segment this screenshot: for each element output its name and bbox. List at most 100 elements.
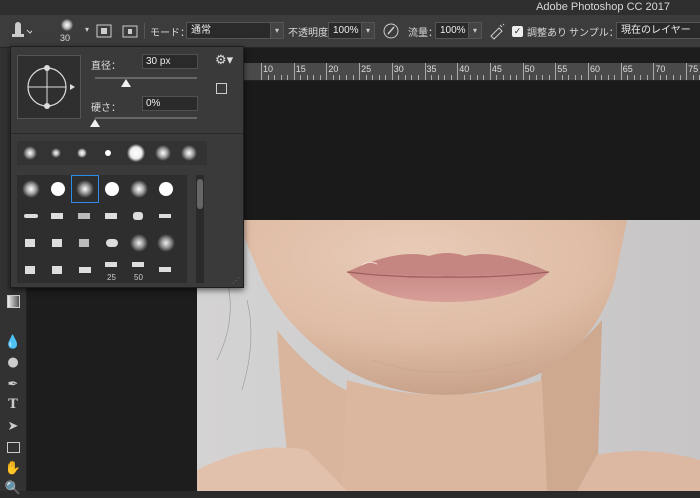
ruler-minor-tick xyxy=(666,75,668,80)
brush-preview-icon xyxy=(61,19,73,31)
brush-preset-picker[interactable]: 30 xyxy=(55,15,79,47)
hardness-slider-thumb[interactable] xyxy=(90,119,100,127)
ruler-minor-tick xyxy=(280,75,282,80)
ruler-minor-tick xyxy=(346,75,348,80)
opacity-chevron-icon[interactable]: ▾ xyxy=(361,22,375,39)
presets-scrollbar[interactable] xyxy=(196,175,204,283)
recent-brush[interactable] xyxy=(127,144,145,162)
brush-angle-roundness-preview[interactable] xyxy=(17,55,81,119)
dodge-tool-icon[interactable]: ● xyxy=(4,354,22,372)
ruler-minor-tick xyxy=(470,75,472,80)
gradient-tool-icon[interactable] xyxy=(4,292,22,310)
aligned-checkbox[interactable]: ✓ xyxy=(512,15,523,47)
new-preset-icon[interactable] xyxy=(216,83,227,94)
brush-preset[interactable] xyxy=(18,230,44,256)
hand-tool-icon[interactable]: ✋ xyxy=(4,460,22,478)
brush-preset[interactable] xyxy=(72,230,98,256)
ruler-minor-tick xyxy=(640,75,642,80)
opacity-input[interactable]: 100% xyxy=(328,22,362,39)
flow-chevron-icon[interactable]: ▾ xyxy=(468,22,482,39)
stamp-icon xyxy=(12,22,32,37)
brush-preset[interactable] xyxy=(18,176,44,202)
type-tool-icon[interactable]: T xyxy=(4,396,22,414)
ruler-minor-tick xyxy=(287,75,289,80)
brush-preset[interactable] xyxy=(99,176,125,202)
recent-brush[interactable] xyxy=(105,150,111,156)
brush-preset[interactable] xyxy=(18,203,44,229)
ruler-minor-tick xyxy=(313,75,315,80)
recent-brush[interactable] xyxy=(155,145,171,161)
brush-presets-grid: 25 50 xyxy=(17,175,187,283)
clone-stamp-tool-preset[interactable] xyxy=(6,15,32,47)
brush-preset[interactable] xyxy=(72,203,98,229)
brush-preset-selected[interactable] xyxy=(71,175,99,203)
panel-settings-gear-icon[interactable]: ⚙▾ xyxy=(215,53,233,68)
hardness-slider-track[interactable] xyxy=(95,117,197,119)
brush-preset[interactable] xyxy=(153,257,179,283)
brush-preset[interactable] xyxy=(18,257,44,283)
ruler-label: 55 xyxy=(557,64,568,74)
ruler-label: 75 xyxy=(688,64,699,74)
recent-brush[interactable] xyxy=(181,145,197,161)
ruler-tick xyxy=(522,63,524,80)
recent-brush[interactable] xyxy=(51,148,61,158)
brush-preset[interactable] xyxy=(45,176,71,202)
recent-brush[interactable] xyxy=(77,148,87,158)
brush-preset[interactable] xyxy=(153,230,179,256)
brush-preset[interactable] xyxy=(99,230,125,256)
diameter-input[interactable]: 30 px xyxy=(142,54,198,69)
ruler-label: 70 xyxy=(655,64,666,74)
flow-input[interactable]: 100% xyxy=(435,22,469,39)
ruler-minor-tick xyxy=(352,75,354,80)
canvas-photo[interactable] xyxy=(197,220,700,491)
brush-preset[interactable] xyxy=(126,203,152,229)
diameter-slider-track[interactable] xyxy=(95,77,197,79)
ruler-minor-tick xyxy=(365,75,367,80)
ruler-tick xyxy=(261,63,262,80)
hardness-label: 硬さ： xyxy=(91,103,121,114)
brush-preset[interactable] xyxy=(126,176,152,202)
ruler-minor-tick xyxy=(274,75,276,80)
path-selection-tool-icon[interactable]: ➤ xyxy=(4,418,22,436)
ruler-tick xyxy=(424,63,426,80)
hardness-input[interactable]: 0% xyxy=(142,96,198,111)
brush-preset[interactable] xyxy=(72,257,98,283)
mode-chevron-icon[interactable]: ▾ xyxy=(270,22,284,39)
ruler-minor-tick xyxy=(535,75,537,80)
toggle-clone-source-button[interactable] xyxy=(122,15,138,47)
brush-preset[interactable] xyxy=(45,203,71,229)
zoom-tool-icon[interactable]: 🔍 xyxy=(4,480,22,498)
sample-select[interactable]: 現在のレイヤー xyxy=(616,22,700,39)
brush-preset[interactable] xyxy=(153,203,179,229)
pen-tool-icon[interactable]: ✒ xyxy=(4,376,22,394)
brush-preset[interactable] xyxy=(99,203,125,229)
toggle-brush-panel-button[interactable] xyxy=(96,15,112,47)
canvas-top[interactable] xyxy=(197,81,700,220)
brush-preset[interactable] xyxy=(126,230,152,256)
brush-size-readout: 30 xyxy=(60,33,71,43)
rectangle-tool-icon[interactable] xyxy=(4,438,22,456)
pressure-opacity-button[interactable] xyxy=(382,15,400,47)
mode-label: モード： xyxy=(150,27,190,39)
brush-preset[interactable] xyxy=(45,257,71,283)
pressure-pen-icon xyxy=(383,23,399,39)
ruler-minor-tick xyxy=(417,75,419,80)
aligned-label: 調整あり xyxy=(527,27,567,39)
diameter-slider-thumb[interactable] xyxy=(120,79,131,87)
ruler-minor-tick xyxy=(627,75,629,80)
blur-tool-icon[interactable]: 💧 xyxy=(4,334,22,352)
ruler-minor-tick xyxy=(372,75,374,80)
resize-grip-icon[interactable]: ⋰ xyxy=(232,276,240,285)
recent-brush[interactable] xyxy=(23,146,37,160)
brush-size-number: 25 xyxy=(107,273,116,282)
brush-preset[interactable] xyxy=(153,176,179,202)
brush-preset[interactable] xyxy=(45,230,71,256)
ruler-tick xyxy=(588,63,589,80)
ruler-minor-tick xyxy=(476,75,478,80)
ruler-tick xyxy=(391,63,393,80)
presets-scrollbar-thumb[interactable] xyxy=(197,179,203,209)
mode-select[interactable]: 通常 xyxy=(186,22,272,39)
airbrush-icon xyxy=(490,23,505,40)
brush-picker-chevron-icon[interactable]: ▾ xyxy=(80,22,94,39)
airbrush-button[interactable] xyxy=(488,15,506,47)
